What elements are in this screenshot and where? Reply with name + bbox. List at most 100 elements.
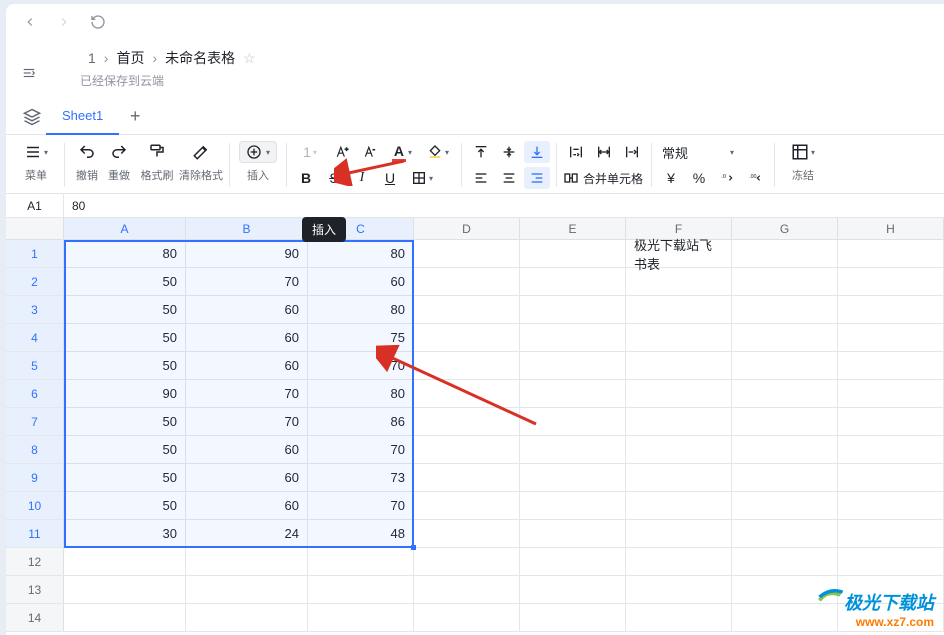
- cell[interactable]: 50: [64, 268, 186, 295]
- cell[interactable]: [186, 548, 308, 575]
- cell[interactable]: [520, 464, 626, 491]
- cell[interactable]: [414, 436, 520, 463]
- select-all-corner[interactable]: [6, 218, 64, 239]
- cell[interactable]: [626, 492, 732, 519]
- cell[interactable]: [520, 604, 626, 631]
- cell[interactable]: [732, 408, 838, 435]
- col-header-A[interactable]: A: [64, 218, 186, 239]
- cell[interactable]: 70: [186, 408, 308, 435]
- cell[interactable]: [414, 296, 520, 323]
- clip-button[interactable]: [619, 141, 645, 163]
- cell[interactable]: 50: [64, 324, 186, 351]
- cell[interactable]: [414, 520, 520, 547]
- row-header[interactable]: 1: [6, 240, 64, 267]
- valign-bot-button[interactable]: [524, 141, 550, 163]
- undo-button[interactable]: 撤销: [71, 141, 103, 183]
- cell[interactable]: 60: [186, 296, 308, 323]
- cell[interactable]: 50: [64, 436, 186, 463]
- cell[interactable]: [626, 408, 732, 435]
- cell[interactable]: [64, 548, 186, 575]
- col-header-H[interactable]: H: [838, 218, 944, 239]
- cell[interactable]: 60: [186, 492, 308, 519]
- drawer-toggle-icon[interactable]: [20, 66, 38, 80]
- cell[interactable]: [520, 520, 626, 547]
- row-header[interactable]: 12: [6, 548, 64, 575]
- border-dropdown[interactable]: ▾: [405, 167, 439, 189]
- cell[interactable]: [626, 576, 732, 603]
- cell[interactable]: 50: [64, 464, 186, 491]
- cell[interactable]: [520, 296, 626, 323]
- cell[interactable]: [520, 548, 626, 575]
- cell[interactable]: [414, 548, 520, 575]
- font-size-inc-button[interactable]: +: [329, 141, 355, 163]
- row-header[interactable]: 4: [6, 324, 64, 351]
- cell[interactable]: [626, 464, 732, 491]
- inc-dec-button[interactable]: .00: [742, 167, 768, 189]
- cell[interactable]: [626, 352, 732, 379]
- cell[interactable]: [414, 604, 520, 631]
- breadcrumb-doc[interactable]: 未命名表格: [165, 48, 235, 68]
- cell[interactable]: 24: [186, 520, 308, 547]
- cell[interactable]: 50: [64, 408, 186, 435]
- col-header-E[interactable]: E: [520, 218, 626, 239]
- cell[interactable]: [520, 324, 626, 351]
- cell[interactable]: [626, 436, 732, 463]
- cell[interactable]: [308, 548, 414, 575]
- redo-button[interactable]: 重做: [103, 141, 135, 183]
- cell[interactable]: [626, 548, 732, 575]
- font-size-dropdown[interactable]: 1▾: [293, 141, 327, 163]
- reload-button[interactable]: [88, 12, 108, 32]
- cell[interactable]: [414, 464, 520, 491]
- cell[interactable]: [414, 268, 520, 295]
- cell[interactable]: 50: [64, 296, 186, 323]
- cell[interactable]: [732, 324, 838, 351]
- grid-body[interactable]: 1809080极光下载站飞书表2507060350608045060755506…: [6, 240, 944, 632]
- cell[interactable]: [626, 380, 732, 407]
- cell[interactable]: [626, 268, 732, 295]
- cell[interactable]: [732, 296, 838, 323]
- star-icon[interactable]: ☆: [243, 50, 256, 67]
- nav-back-button[interactable]: [20, 12, 40, 32]
- tab-sheet1[interactable]: Sheet1: [46, 99, 119, 135]
- cell[interactable]: 60: [308, 268, 414, 295]
- fill-color-dropdown[interactable]: ▾: [421, 141, 455, 163]
- cell[interactable]: [732, 240, 838, 267]
- selection-handle[interactable]: [411, 545, 416, 550]
- cell[interactable]: 90: [64, 380, 186, 407]
- breadcrumb-home[interactable]: 首页: [116, 48, 144, 68]
- cell[interactable]: 80: [308, 380, 414, 407]
- freeze-button[interactable]: ▾ 冻结: [781, 141, 825, 183]
- spreadsheet-grid[interactable]: ABCDEFGH 1809080极光下载站飞书表2507060350608045…: [6, 218, 944, 635]
- cell[interactable]: 70: [186, 380, 308, 407]
- cell[interactable]: [64, 604, 186, 631]
- row-header[interactable]: 13: [6, 576, 64, 603]
- cell[interactable]: [838, 436, 944, 463]
- cell[interactable]: [414, 576, 520, 603]
- cell[interactable]: [520, 408, 626, 435]
- cell[interactable]: [626, 324, 732, 351]
- format-painter-button[interactable]: 格式刷: [135, 141, 179, 183]
- cell[interactable]: 48: [308, 520, 414, 547]
- strike-button[interactable]: S: [321, 167, 347, 189]
- cell[interactable]: [64, 576, 186, 603]
- cell[interactable]: 80: [64, 240, 186, 267]
- cell[interactable]: [414, 380, 520, 407]
- cell[interactable]: [626, 296, 732, 323]
- cell[interactable]: [626, 520, 732, 547]
- cell[interactable]: [732, 492, 838, 519]
- cell[interactable]: 极光下载站飞书表: [626, 240, 732, 267]
- cell[interactable]: 50: [64, 352, 186, 379]
- cell[interactable]: [838, 324, 944, 351]
- currency-button[interactable]: ¥: [658, 167, 684, 189]
- cell-reference[interactable]: A1: [6, 194, 64, 217]
- cell[interactable]: [520, 436, 626, 463]
- halign-center-button[interactable]: [496, 167, 522, 189]
- cell[interactable]: [838, 548, 944, 575]
- layers-icon[interactable]: [18, 108, 46, 126]
- col-header-B[interactable]: B: [186, 218, 308, 239]
- cell[interactable]: [732, 548, 838, 575]
- cell[interactable]: 60: [186, 464, 308, 491]
- cell[interactable]: [838, 464, 944, 491]
- row-header[interactable]: 11: [6, 520, 64, 547]
- cell[interactable]: [308, 576, 414, 603]
